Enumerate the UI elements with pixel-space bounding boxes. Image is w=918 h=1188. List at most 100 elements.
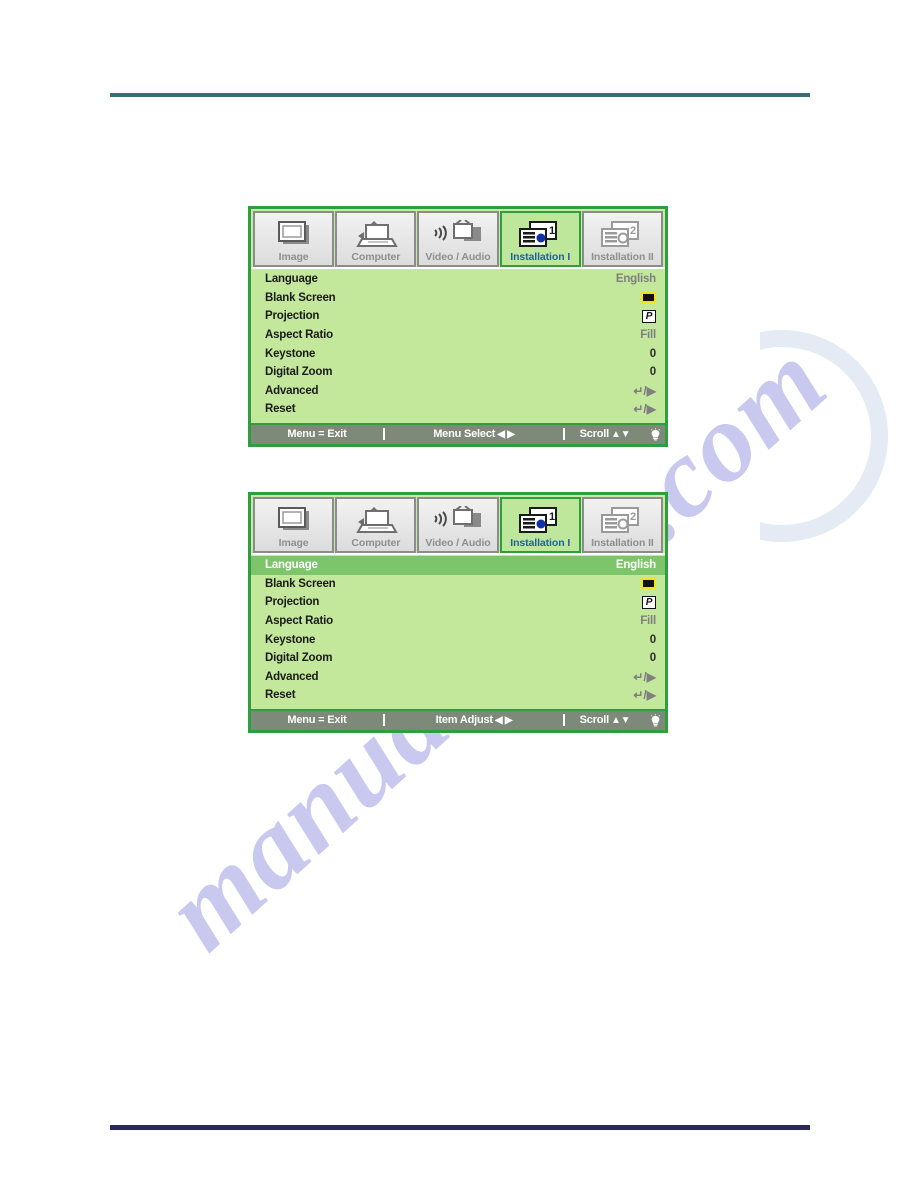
item-label: Projection — [265, 596, 320, 609]
status-exit: Menu = Exit — [287, 714, 347, 727]
tab-image-label: Image — [278, 251, 309, 263]
tab-computer-label: Computer — [351, 537, 401, 549]
svg-text:2: 2 — [630, 511, 636, 523]
list-item[interactable]: Aspect Ratio Fill — [251, 326, 665, 345]
list-item[interactable]: Language English — [251, 270, 665, 289]
tab-installation-2[interactable]: 2 Installation II — [581, 497, 664, 553]
video-audio-icon — [432, 505, 484, 537]
tab-image[interactable]: Image — [253, 497, 335, 553]
footer-rule — [110, 1125, 810, 1130]
list-item[interactable]: Projection P — [251, 307, 665, 326]
list-item[interactable]: Advanced ↵/▶ — [251, 668, 665, 687]
list-item[interactable]: Reset ↵/▶ — [251, 400, 665, 419]
video-audio-icon — [432, 219, 484, 251]
list-item[interactable]: Digital Zoom 0 — [251, 363, 665, 382]
lamp-icon — [650, 714, 660, 727]
header-rule — [110, 93, 810, 97]
list-item[interactable]: Aspect Ratio Fill — [251, 612, 665, 631]
item-label: Keystone — [265, 347, 316, 360]
installation2-icon: 2 — [598, 219, 646, 251]
left-right-arrows-icon: ◀ ▶ — [497, 428, 515, 440]
lamp-icon — [650, 428, 660, 441]
tab-installation-1[interactable]: 1 Installation I — [499, 211, 581, 267]
item-label: Advanced — [265, 384, 319, 397]
laptop-icon — [354, 505, 398, 537]
status-middle-label: Menu Select — [433, 428, 496, 441]
list-item[interactable]: Keystone 0 — [251, 344, 665, 363]
item-label: Advanced — [265, 670, 319, 683]
status-middle: Item Adjust ◀ ▶ — [385, 711, 563, 730]
osd-tab-strip: Image Computer Video / Audio 1 Installat… — [251, 495, 665, 553]
item-value: 0 — [649, 652, 656, 665]
status-scroll: Scroll ▲▼ — [565, 711, 645, 730]
status-scroll: Scroll ▲▼ — [565, 425, 645, 444]
installation2-icon: 2 — [598, 505, 646, 537]
tab-video-audio[interactable]: Video / Audio — [417, 211, 499, 267]
tab-video-audio[interactable]: Video / Audio — [417, 497, 499, 553]
list-item[interactable]: Reset ↵/▶ — [251, 686, 665, 705]
item-label: Projection — [265, 310, 320, 323]
svg-text:1: 1 — [549, 511, 555, 523]
list-item[interactable]: Advanced ↵/▶ — [251, 382, 665, 401]
status-middle-label: Item Adjust — [435, 714, 493, 727]
item-value — [641, 292, 656, 304]
item-value: Fill — [640, 615, 656, 628]
osd-item-list-two: Language English Blank Screen Projection… — [251, 553, 665, 709]
list-item[interactable]: Blank Screen — [251, 289, 665, 308]
installation1-icon: 1 — [516, 505, 564, 537]
up-down-arrows-icon: ▲▼ — [610, 428, 631, 440]
black-color-swatch — [641, 578, 656, 590]
status-lamp — [645, 711, 665, 730]
list-item[interactable]: Digital Zoom 0 — [251, 649, 665, 668]
list-item[interactable]: Projection P — [251, 593, 665, 612]
status-scroll-label: Scroll — [579, 714, 610, 727]
item-label: Blank Screen — [265, 291, 336, 304]
tab-installation-1-label: Installation I — [510, 537, 571, 549]
installation1-icon: 1 — [516, 219, 564, 251]
up-down-arrows-icon: ▲▼ — [610, 714, 631, 726]
item-value: 0 — [649, 366, 656, 379]
tab-video-audio-label: Video / Audio — [425, 251, 491, 263]
tab-video-audio-label: Video / Audio — [425, 537, 491, 549]
svg-text:2: 2 — [630, 225, 636, 237]
tab-installation-2-label: Installation II — [591, 537, 654, 549]
item-value: 0 — [649, 633, 656, 646]
item-value: Fill — [640, 329, 656, 342]
tab-computer[interactable]: Computer — [335, 211, 417, 267]
osd-status-bar-two: Menu = Exit Item Adjust ◀ ▶ Scroll ▲▼ — [251, 708, 665, 730]
tab-computer-label: Computer — [351, 251, 401, 263]
enter-arrow-icon: ↵/▶ — [633, 383, 656, 398]
item-label: Digital Zoom — [265, 366, 333, 379]
item-label: Reset — [265, 403, 296, 416]
tab-image-label: Image — [278, 537, 309, 549]
item-label: Language — [265, 273, 318, 286]
enter-arrow-icon: ↵/▶ — [633, 402, 656, 417]
left-right-arrows-icon: ◀ ▶ — [494, 714, 513, 726]
item-label: Language — [265, 559, 318, 572]
item-label: Aspect Ratio — [265, 329, 333, 342]
tab-computer[interactable]: Computer — [335, 497, 417, 553]
osd-status-bar-one: Menu = Exit Menu Select ◀ ▶ Scroll ▲▼ — [251, 422, 665, 444]
item-label: Digital Zoom — [265, 652, 333, 665]
tab-installation-1[interactable]: 1 Installation I — [499, 497, 581, 553]
list-item[interactable]: Blank Screen — [251, 575, 665, 594]
item-label: Reset — [265, 689, 296, 702]
projection-mode-icon: P — [642, 595, 656, 609]
status-lamp — [645, 425, 665, 444]
screen-icon — [273, 505, 315, 537]
watermark-ring — [676, 330, 888, 542]
list-item-selected[interactable]: Language English — [251, 556, 665, 575]
osd-menu-one: Image Computer Video / Audio 1 Installat… — [248, 206, 668, 447]
osd-menu-two: Image Computer Video / Audio 1 Installat… — [248, 492, 668, 733]
tab-installation-2[interactable]: 2 Installation II — [581, 211, 664, 267]
item-value: 0 — [649, 347, 656, 360]
list-item[interactable]: Keystone 0 — [251, 630, 665, 649]
osd-tab-strip: Image Computer Video / Audio 1 Installat… — [251, 209, 665, 267]
black-color-swatch — [641, 292, 656, 304]
laptop-icon — [354, 219, 398, 251]
svg-text:1: 1 — [549, 225, 555, 237]
item-value: English — [615, 273, 656, 286]
osd-item-list-one: Language English Blank Screen Projection… — [251, 267, 665, 423]
enter-arrow-icon: ↵/▶ — [633, 669, 656, 684]
tab-image[interactable]: Image — [253, 211, 335, 267]
